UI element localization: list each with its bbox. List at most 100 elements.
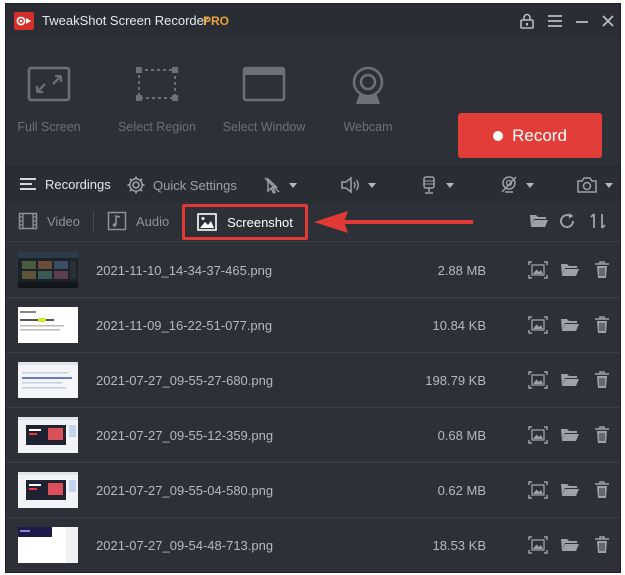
file-size: 18.53 KB — [432, 538, 487, 553]
close-icon[interactable] — [598, 11, 618, 31]
select-region-label: Select Region — [118, 120, 196, 134]
file-name: 2021-07-27_09-55-12-359.png — [96, 428, 274, 443]
open-folder-icon[interactable] — [560, 481, 580, 499]
cursor-effects-dropdown[interactable] — [262, 175, 297, 195]
row-actions — [528, 426, 612, 444]
list-item[interactable]: 2021-07-27_09-55-27-680.png 198.79 KB — [6, 353, 620, 408]
capture-mode-toolbar: Full Screen Select Region Select Window — [6, 38, 620, 166]
row-actions — [528, 261, 612, 279]
camera-dropdown[interactable] — [576, 175, 613, 195]
list-item[interactable]: 2021-11-09_16-22-51-077.png 10.84 KB — [6, 298, 620, 353]
open-folder-icon[interactable] — [560, 371, 580, 389]
select-region-icon — [136, 67, 178, 101]
sort-icon[interactable] — [588, 212, 608, 232]
file-thumbnail — [18, 417, 78, 453]
annotation-arrow — [314, 211, 473, 233]
open-folder-icon[interactable] — [560, 261, 580, 279]
app-logo-icon — [14, 12, 34, 30]
title-bar: TweakShot Screen Recorder PRO — [6, 4, 620, 38]
music-note-icon — [107, 211, 127, 231]
view-image-icon[interactable] — [528, 481, 548, 499]
recordings-button[interactable]: Recordings — [18, 175, 111, 193]
webcam-settings-dropdown[interactable] — [499, 175, 534, 195]
select-window-icon — [242, 66, 286, 102]
open-folder-icon[interactable] — [560, 426, 580, 444]
list-item[interactable]: 2021-07-27_09-55-12-359.png 0.68 MB — [6, 408, 620, 463]
list-item[interactable]: 2021-11-10_14-34-37-465.png 2.88 MB — [6, 243, 620, 298]
open-folder-icon[interactable] — [560, 316, 580, 334]
delete-icon[interactable] — [592, 261, 612, 279]
app-title: TweakShot Screen Recorder — [42, 13, 209, 28]
full-screen-icon — [27, 66, 71, 102]
list-item[interactable]: 2021-07-27_09-55-04-580.png 0.62 MB — [6, 463, 620, 518]
file-name: 2021-07-27_09-55-27-680.png — [96, 373, 274, 388]
file-thumbnail — [18, 362, 78, 398]
view-image-icon[interactable] — [528, 536, 548, 554]
view-image-icon[interactable] — [528, 426, 548, 444]
speaker-icon — [341, 176, 359, 194]
record-dot-icon — [493, 130, 504, 141]
refresh-icon[interactable] — [558, 212, 578, 232]
webcam-button[interactable]: Webcam — [318, 66, 418, 146]
file-thumbnail — [18, 527, 78, 563]
delete-icon[interactable] — [592, 536, 612, 554]
delete-icon[interactable] — [592, 371, 612, 389]
microphone-dropdown[interactable] — [419, 175, 454, 195]
select-window-button[interactable]: Select Window — [214, 66, 314, 146]
select-region-button[interactable]: Select Region — [107, 66, 207, 146]
file-name: 2021-11-10_14-34-37-465.png — [96, 263, 273, 278]
settings-bar: Recordings Quick Settings — [6, 166, 620, 202]
list-item[interactable]: 2021-07-27_09-54-48-713.png 18.53 KB — [6, 518, 620, 572]
film-icon — [18, 212, 38, 230]
webcam-label: Webcam — [343, 120, 393, 134]
menu-icon[interactable] — [545, 11, 565, 31]
record-label: Record — [512, 125, 567, 145]
tab-divider — [93, 211, 94, 233]
pro-badge: PRO — [203, 14, 230, 28]
tab-audio[interactable]: Audio — [107, 211, 169, 231]
chevron-down-icon — [368, 182, 376, 188]
webcam-off-icon — [501, 176, 517, 193]
row-actions — [528, 536, 612, 554]
quick-settings-label: Quick Settings — [153, 177, 237, 193]
file-size: 0.68 MB — [437, 428, 486, 443]
view-image-icon[interactable] — [528, 316, 548, 334]
webcam-icon — [352, 66, 384, 104]
select-window-label: Select Window — [222, 120, 306, 134]
recordings-label: Recordings — [45, 176, 111, 192]
screenshot-list: 2021-11-10_14-34-37-465.png 2.88 MB 2021… — [6, 243, 620, 572]
chevron-down-icon — [446, 182, 454, 188]
speaker-dropdown[interactable] — [339, 175, 376, 195]
view-image-icon[interactable] — [528, 371, 548, 389]
lock-icon[interactable] — [517, 11, 537, 31]
delete-icon[interactable] — [592, 426, 612, 444]
row-actions — [528, 481, 612, 499]
minimize-icon[interactable] — [572, 11, 592, 31]
open-folder-icon[interactable] — [560, 536, 580, 554]
file-thumbnail — [18, 252, 78, 288]
full-screen-button[interactable]: Full Screen — [6, 66, 99, 146]
chevron-down-icon — [289, 182, 297, 188]
tab-video[interactable]: Video — [18, 211, 80, 231]
app-window: TweakShot Screen Recorder PRO Full Scree… — [5, 3, 621, 573]
file-name: 2021-11-09_16-22-51-077.png — [96, 318, 273, 333]
file-size: 2.88 MB — [437, 263, 486, 278]
file-thumbnail — [18, 307, 78, 343]
view-image-icon[interactable] — [528, 261, 548, 279]
tab-screenshot-label: Screenshot — [227, 214, 293, 230]
image-icon — [197, 213, 217, 231]
full-screen-label: Full Screen — [17, 120, 81, 134]
row-actions — [528, 316, 612, 334]
quick-settings-button[interactable]: Quick Settings — [126, 175, 237, 195]
record-button[interactable]: Record — [458, 113, 602, 158]
delete-icon[interactable] — [592, 481, 612, 499]
file-size: 198.79 KB — [425, 373, 486, 388]
tab-video-label: Video — [47, 213, 81, 229]
folder-icon[interactable] — [529, 212, 549, 232]
delete-icon[interactable] — [592, 316, 612, 334]
tab-screenshot[interactable]: Screenshot — [182, 204, 308, 240]
microphone-icon — [423, 176, 435, 194]
chevron-down-icon — [526, 182, 534, 188]
file-size: 10.84 KB — [432, 318, 487, 333]
camera-icon — [577, 177, 597, 193]
